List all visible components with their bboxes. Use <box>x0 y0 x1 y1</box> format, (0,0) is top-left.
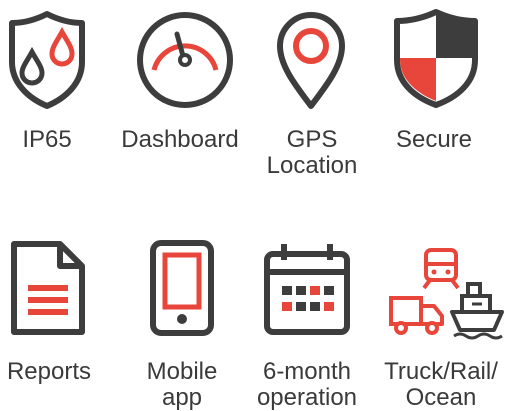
truck-icon <box>389 296 444 335</box>
feature-label: Secure <box>395 126 473 153</box>
water-drops-shield-icon <box>9 11 85 109</box>
transport-modes-icon <box>389 248 504 340</box>
train-icon <box>422 248 460 290</box>
feature-label: Reports <box>6 358 92 385</box>
security-shield-icon <box>394 9 478 108</box>
calendar-icon <box>264 244 350 335</box>
feature-label: Mobile app <box>146 358 218 411</box>
feature-label: GPS Location <box>266 126 358 179</box>
map-pin-icon <box>277 12 345 109</box>
speedometer-icon <box>137 12 233 108</box>
feature-label: 6-month operation <box>256 358 358 411</box>
ship-icon <box>450 282 504 340</box>
document-icon <box>11 241 85 335</box>
smartphone-icon <box>150 240 214 336</box>
feature-label: Truck/Rail/ Ocean <box>384 358 498 411</box>
feature-label: IP65 <box>22 126 72 153</box>
feature-label: Dashboard <box>121 126 239 153</box>
